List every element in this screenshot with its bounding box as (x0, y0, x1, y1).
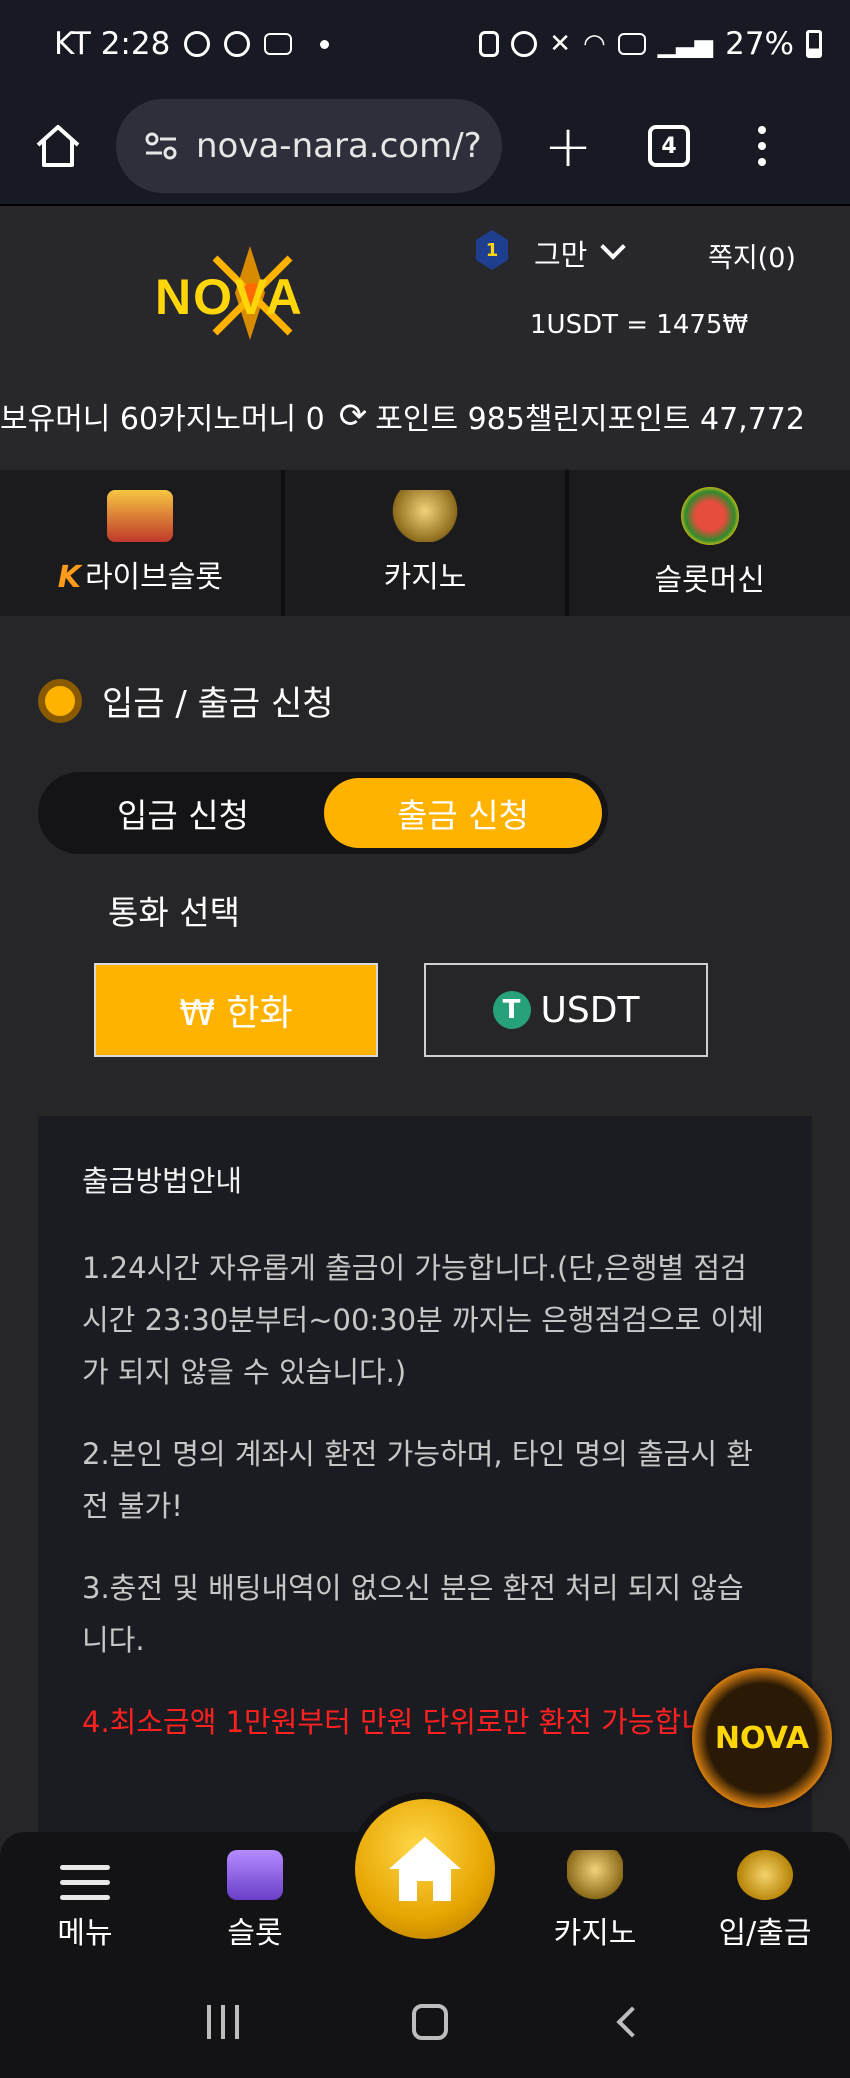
guide-item: 2.본인 명의 계좌시 환전 가능하며, 타인 명의 출금시 환전 불가! (82, 1437, 753, 1523)
nova-logo[interactable]: NOVA (155, 238, 340, 348)
refresh-icon[interactable]: ⟳ (339, 396, 368, 436)
wifi-icon: ◠ (583, 29, 606, 59)
krw-label: ₩ 한화 (179, 993, 293, 1034)
nav-label: 카지노 (553, 1916, 637, 1951)
challenge-points: 챌린지포인트 47,772 (524, 402, 805, 437)
android-nav-bar (0, 1966, 850, 2078)
withdraw-request-tab[interactable]: 출금 신청 (324, 778, 602, 848)
messages-link[interactable]: 쪽지(0) (708, 236, 796, 275)
guide-item: 1.24시간 자유롭게 출금이 가능합니다.(단,은행별 점검시간 23:30분… (82, 1251, 764, 1389)
alarm-icon (511, 31, 538, 57)
home-button[interactable] (348, 1792, 502, 1946)
k-slot-lotus-icon (567, 1850, 623, 1900)
tab-switcher-button[interactable]: 4 (648, 125, 690, 167)
title-bullet-icon (38, 678, 82, 723)
guide-item: 3.충전 및 배팅내역이 없으신 분은 환전 처리 되지 않습니다. (82, 1571, 744, 1657)
guide-title: 출금방법안내 (82, 1164, 243, 1198)
level-badge: 1 (476, 230, 508, 270)
currency-usdt-button[interactable]: T USDT (424, 963, 708, 1057)
signal-icon: ▁▃▅ (657, 30, 714, 58)
currency-select-label: 통화 선택 (108, 893, 240, 932)
balance-row: 보유머니 60 카지노머니 0 ⟳ 포인트 985 챌린지포인트 47,772 (0, 394, 850, 438)
nav-casino[interactable]: 카지노 (510, 1832, 680, 1966)
bybit-icon (264, 33, 293, 55)
live-slot-icon (107, 490, 174, 542)
page: KT 2:28 ✕ ◠ ▁▃▅ 27% nova-nara.com/? + 4 (0, 0, 850, 2078)
chat-icon (224, 31, 251, 57)
url-text: nova-nara.com/? (196, 126, 482, 166)
points: 포인트 985 (375, 402, 525, 437)
battery-text: 27% (725, 26, 794, 62)
nav-menu[interactable]: 메뉴 (0, 1832, 170, 1966)
category-label: 카지노 (383, 560, 467, 595)
site-header: NOVA 1 그만 쪽지(0) 1USDT = 1475₩ 보유머니 60 카지… (0, 206, 850, 468)
battery-saver-icon (479, 31, 500, 57)
nova-floating-button[interactable]: NOVA (692, 1668, 832, 1808)
exchange-rate: 1USDT = 1475₩ (530, 310, 749, 340)
back-icon[interactable] (616, 2006, 648, 2038)
browser-toolbar: nova-nara.com/? + 4 (0, 88, 850, 206)
deposit-withdraw-toggle: 입금 신청 출금 신청 (38, 772, 608, 854)
chevron-down-icon[interactable] (600, 234, 626, 260)
guide-item-warning: 4.최소금액 1만원부터 만원 단위로만 환전 가능합니다. (82, 1705, 744, 1739)
home-icon (36, 125, 80, 167)
username-dropdown[interactable]: 그만 (534, 232, 587, 274)
category-label: 라이브슬롯 (84, 560, 223, 595)
carrier-time: KT 2:28 (54, 26, 171, 62)
nav-deposit-withdraw[interactable]: 입/출금 (680, 1832, 850, 1966)
section-title: 입금 / 출금 신청 (38, 676, 334, 725)
system-home-icon[interactable] (411, 2004, 448, 2040)
new-tab-button[interactable]: + (540, 117, 596, 175)
browser-menu-button[interactable] (758, 126, 766, 166)
category-live-slot[interactable]: K 라이브슬롯 (0, 470, 281, 616)
hd-icon (617, 33, 646, 55)
status-bar: KT 2:28 ✕ ◠ ▁▃▅ 27% (0, 0, 850, 88)
currency-krw-button[interactable]: ₩ 한화 (94, 963, 378, 1057)
site-settings-icon (145, 132, 177, 160)
casino-money: 카지노머니 0 (158, 402, 325, 437)
nav-slot[interactable]: 슬롯 (170, 1832, 340, 1966)
notification-icon (184, 31, 211, 57)
category-slot-machine[interactable]: 슬롯머신 (569, 470, 850, 616)
nav-label: 입/출금 (718, 1916, 812, 1951)
home-icon (389, 1837, 461, 1901)
category-casino[interactable]: 카지노 (284, 470, 566, 616)
held-money: 보유머니 60 (0, 402, 159, 437)
battery-icon (806, 30, 822, 58)
nav-label: 슬롯 (227, 1916, 283, 1951)
k-icon: K (57, 560, 81, 595)
browser-home-button[interactable] (30, 118, 86, 174)
mute-icon: ✕ (549, 29, 572, 59)
slot-machine-icon (227, 1850, 283, 1900)
more-notifications-dot (320, 39, 330, 49)
usdt-label: USDT (540, 989, 640, 1031)
deposit-request-tab[interactable]: 입금 신청 (44, 778, 322, 848)
category-tabs: K 라이브슬롯 카지노 슬롯머신 (0, 470, 850, 616)
hamburger-icon (60, 1865, 110, 1900)
category-label: 슬롯머신 (654, 563, 765, 598)
logo-text: NOVA (155, 269, 304, 325)
section-title-text: 입금 / 출금 신청 (102, 684, 334, 724)
coins-icon (737, 1850, 793, 1900)
slots-777-icon (680, 487, 739, 545)
tether-icon: T (492, 991, 531, 1029)
address-bar[interactable]: nova-nara.com/? (116, 99, 502, 193)
nav-label: 메뉴 (57, 1916, 113, 1951)
k-slot-lotus-icon (392, 490, 458, 542)
recents-icon[interactable] (206, 2005, 239, 2039)
